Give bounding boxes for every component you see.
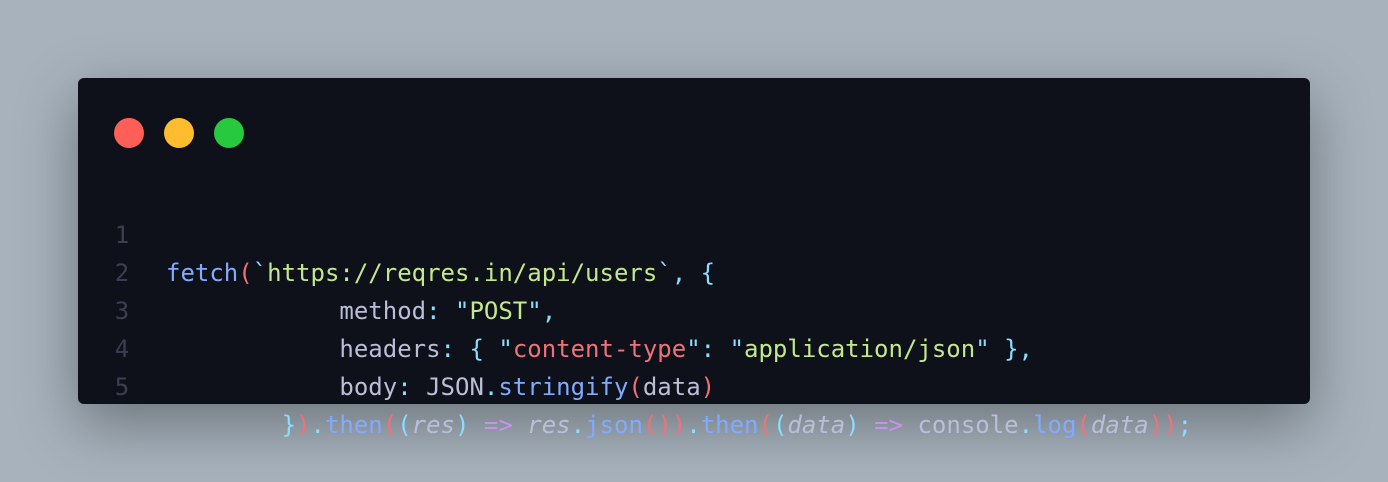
code-token: ( (397, 411, 412, 439)
code-token: stringify (498, 373, 629, 401)
code-token: { (700, 259, 716, 287)
minimize-window-icon[interactable] (164, 118, 194, 148)
code-token: ) (845, 411, 860, 439)
code-line-content: fetch(`https://reqres.in/api/users`, { (166, 254, 715, 292)
code-token: data (1090, 411, 1149, 439)
code-line: 2 method: "POST", (78, 216, 556, 325)
code-token: ) (700, 373, 716, 401)
code-token: ( (628, 373, 643, 401)
code-token: ; (1177, 411, 1193, 439)
code-line-content: body: JSON.stringify(data) (166, 368, 715, 406)
code-token: . (483, 373, 499, 401)
code-token: JSON (426, 373, 484, 401)
code-token: " (729, 335, 745, 363)
code-token: json (585, 411, 643, 439)
code-token: then (700, 411, 759, 439)
code-token: data (642, 373, 701, 401)
code-token: ( (772, 411, 788, 439)
code-token: () (642, 411, 672, 439)
code-token: ` (252, 259, 268, 287)
code-token: " (975, 335, 990, 363)
code-token: : (700, 335, 730, 363)
code-line: 1 fetch(`https://reqres.in/api/users`, { (78, 178, 715, 287)
code-token: ` (657, 259, 672, 287)
code-token: ( (238, 259, 253, 287)
code-token: ) (671, 411, 687, 439)
code-window: 1 fetch(`https://reqres.in/api/users`, {… (78, 78, 1310, 439)
code-token: } (166, 411, 297, 439)
code-token: " (686, 335, 701, 363)
code-token: : (397, 373, 427, 401)
code-token: . (570, 411, 586, 439)
code-token: application/json (744, 335, 976, 363)
code-token: : (426, 297, 455, 325)
code-line-content: headers: { "content-type": "application/… (166, 330, 1033, 368)
code-token: , (671, 259, 701, 287)
code-token: then (324, 411, 383, 439)
code-token: res (411, 411, 456, 439)
code-line: 3 headers: { "content-type": "applicatio… (78, 254, 1033, 363)
code-token: data (787, 411, 846, 439)
code-token: , (541, 297, 557, 325)
code-token: . (1018, 411, 1034, 439)
code-line-content: }).then((res) => res.json()).then((data)… (166, 406, 1192, 444)
code-token: method (166, 297, 427, 325)
code-token: ) (296, 411, 311, 439)
code-token: " (455, 297, 470, 325)
code-token: ) (1148, 411, 1164, 439)
code-line: 5 }).then((res) => res.json()).then((dat… (78, 330, 1192, 439)
code-token: ) (1163, 411, 1178, 439)
code-token: => (483, 411, 513, 439)
code-token: . (310, 411, 325, 439)
close-window-icon[interactable] (114, 118, 144, 148)
code-token: content-type (512, 335, 687, 363)
code-token: console (917, 411, 1019, 439)
code-token: headers (166, 335, 441, 363)
code-token: ( (382, 411, 398, 439)
code-token: res (527, 411, 571, 439)
code-token: POST (469, 297, 528, 325)
code-token: => (874, 411, 904, 439)
code-token: ( (1076, 411, 1091, 439)
line-number: 5 (114, 373, 130, 401)
code-token: " (498, 335, 513, 363)
code-token: fetch (166, 259, 239, 287)
maximize-window-icon[interactable] (214, 118, 244, 148)
code-token: }, (989, 335, 1034, 363)
code-token: https://reqres.in/api/users (267, 259, 658, 287)
code-token: body (166, 373, 398, 401)
code-token: log (1033, 411, 1077, 439)
code-line: 4 body: JSON.stringify(data) (78, 292, 715, 401)
code-token: ( (758, 411, 773, 439)
code-token: { (469, 335, 499, 363)
code-token: . (686, 411, 701, 439)
code-line-content: method: "POST", (166, 292, 556, 330)
code-token: ) (455, 411, 470, 439)
code-token: " (527, 297, 542, 325)
code-token: : (440, 335, 470, 363)
